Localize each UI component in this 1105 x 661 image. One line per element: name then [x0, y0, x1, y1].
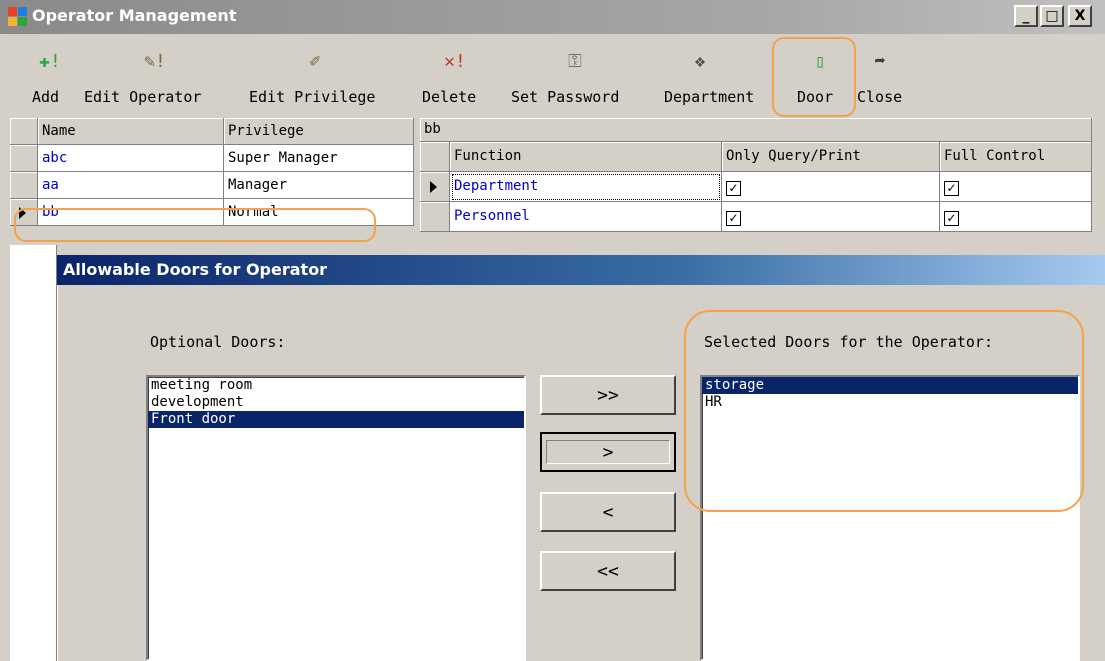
selected-operator-caption: bb [420, 118, 1092, 142]
remove-one-button[interactable]: < [540, 492, 676, 532]
delete-button[interactable]: Delete [422, 88, 476, 106]
grid-corner [420, 142, 450, 172]
function-cell[interactable]: Department [450, 172, 722, 202]
window-title: Operator Management [32, 6, 237, 25]
column-header-only-query-print[interactable]: Only Query/Print [722, 142, 940, 172]
operator-privilege-cell[interactable]: Super Manager [224, 145, 414, 172]
list-item[interactable]: development [148, 394, 524, 411]
title-bar[interactable]: Operator Management _ □ X [0, 0, 1105, 34]
bb-row-highlight-outline [14, 208, 376, 242]
operator-name-cell[interactable]: abc [38, 145, 224, 172]
full-control-cell[interactable]: ✓ [940, 202, 1092, 232]
edit-operator-button[interactable]: Edit Operator [84, 88, 201, 106]
function-cell[interactable]: Personnel [450, 202, 722, 232]
department-button[interactable]: Department [664, 88, 754, 106]
dialog-title-bar[interactable]: Allowable Doors for Operator [57, 255, 1105, 285]
close-window-button[interactable]: X [1068, 5, 1092, 27]
remove-all-button[interactable]: << [540, 551, 676, 591]
operator-name-cell[interactable]: aa [38, 172, 224, 199]
column-header-name[interactable]: Name [38, 118, 224, 145]
add-icon[interactable]: ✚! [30, 46, 70, 76]
selected-doors-highlight-outline [684, 310, 1084, 512]
privileges-grid: bb Function Only Query/Print Full Contro… [420, 118, 1092, 245]
add-one-button-label: > [546, 440, 670, 464]
row-header [10, 145, 38, 172]
app-icon [8, 7, 28, 27]
grid-corner [10, 118, 38, 145]
row-header-current [420, 172, 450, 202]
close-button[interactable]: Close [857, 88, 902, 106]
only-query-print-cell[interactable]: ✓ [722, 202, 940, 232]
add-one-button[interactable]: > [540, 432, 676, 472]
edit-privilege-icon[interactable]: ✐ [295, 46, 335, 76]
operator-privilege-cell[interactable]: Manager [224, 172, 414, 199]
add-button[interactable]: Add [32, 88, 59, 106]
column-header-function[interactable]: Function [450, 142, 722, 172]
grid-background-strip [10, 245, 57, 661]
full-control-checkbox[interactable]: ✓ [944, 181, 959, 196]
column-header-privilege[interactable]: Privilege [224, 118, 414, 145]
column-header-full-control[interactable]: Full Control [940, 142, 1092, 172]
door-highlight-outline [772, 37, 856, 117]
add-all-button[interactable]: >> [540, 375, 676, 415]
full-control-cell[interactable]: ✓ [940, 172, 1092, 202]
minimize-button[interactable]: _ [1014, 5, 1038, 27]
only-query-checkbox[interactable]: ✓ [726, 181, 741, 196]
full-control-checkbox[interactable]: ✓ [944, 211, 959, 226]
delete-icon[interactable]: ✕! [435, 46, 475, 76]
optional-doors-label: Optional Doors: [150, 333, 286, 351]
current-row-arrow-icon [430, 181, 437, 193]
pencil-icon[interactable]: ✎! [135, 46, 175, 76]
grid-empty-area [420, 232, 1092, 245]
close-arrow-icon[interactable]: ➦ [860, 46, 900, 76]
list-item[interactable]: meeting room [148, 377, 524, 394]
row-header [10, 172, 38, 199]
set-password-button[interactable]: Set Password [511, 88, 619, 106]
maximize-button[interactable]: □ [1040, 5, 1064, 27]
row-header [420, 202, 450, 232]
optional-doors-list[interactable]: meeting room development Front door [146, 375, 526, 661]
department-icon[interactable]: ❖ [680, 46, 720, 76]
list-item-selected[interactable]: Front door [148, 411, 524, 428]
dialog-title: Allowable Doors for Operator [63, 260, 328, 279]
edit-privilege-button[interactable]: Edit Privilege [249, 88, 375, 106]
only-query-checkbox[interactable]: ✓ [726, 211, 741, 226]
only-query-print-cell[interactable]: ✓ [722, 172, 940, 202]
key-icon[interactable]: ⚿ [555, 46, 595, 76]
